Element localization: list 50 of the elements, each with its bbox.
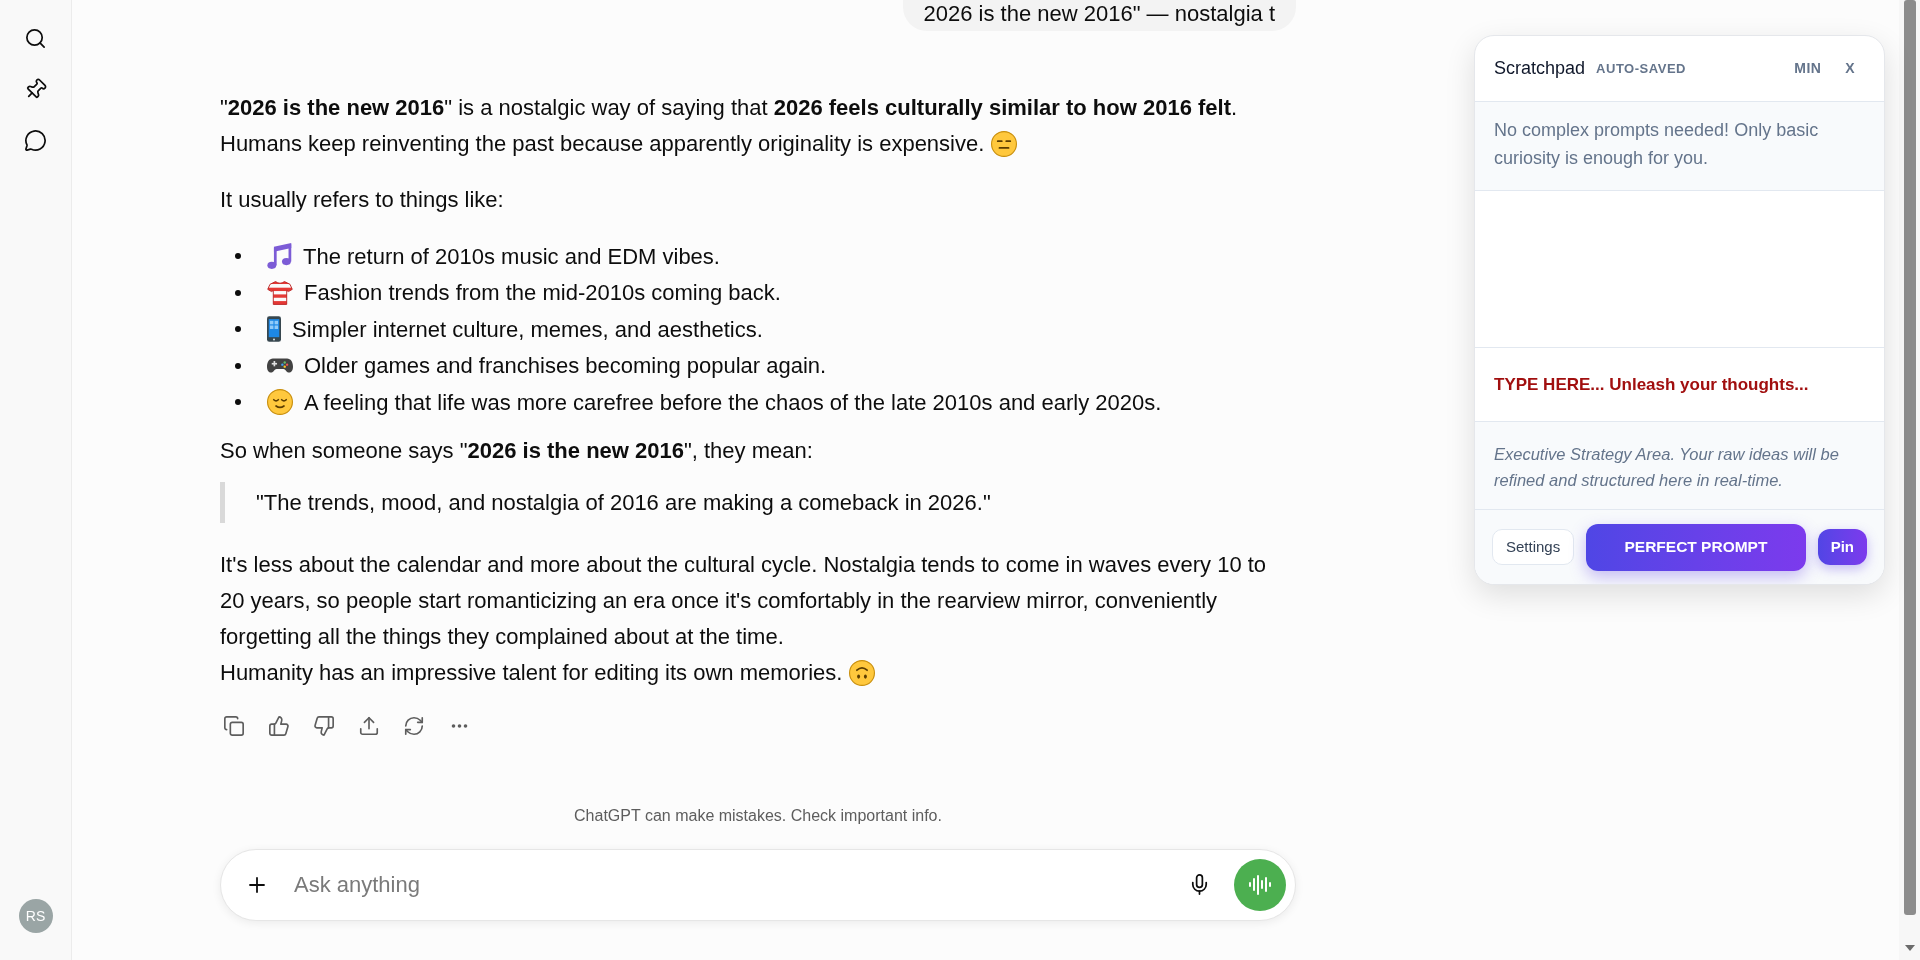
paragraph-text: It's less about the calendar and more about the cultural cycle. Nostalgia tends to come in waves every 10 to 20 years, so people start romanticizing an era once it's comfortably in the rearview mirror, conveniently forgetting all the things they complained about at the time. [220, 551, 1267, 649]
paragraph-text: So when someone says "2026 is the new 2016", they mean: [220, 437, 813, 463]
list-item-text: Simpler internet culture, memes, and aesthetics. [292, 315, 763, 344]
search-icon [24, 26, 47, 50]
more-options-icon [450, 723, 468, 728]
message-input[interactable]: Ask anything [294, 864, 1181, 905]
close-button[interactable]: X [1837, 54, 1863, 83]
scrollbar-thumb[interactable] [1903, 0, 1916, 915]
thumbs-down-icon [313, 714, 335, 737]
output-hint-text: Executive Strategy Area. Your raw ideas will be refined and structured here in real-time. [1494, 444, 1840, 491]
list-item-text: Fashion trends from the mid-2010s coming back. [304, 279, 781, 308]
game-controller-icon [267, 358, 293, 374]
paragraph-text: Humans keep reinventing the past because apparently originality is expensive. [220, 130, 985, 158]
bullet-icon [235, 399, 241, 406]
sound-wave-icon [1248, 872, 1272, 897]
notice-text: No complex prompts needed! Only basic curiosity is enough for you. [1494, 119, 1820, 170]
list-item-text: Older games and franchises becoming popular again. [304, 352, 827, 381]
message-composer[interactable]: Ask anything [220, 848, 1296, 921]
disclaimer-text: ChatGPT can make mistakes. Check important info. [573, 805, 943, 826]
bullet-icon [235, 253, 241, 260]
thoughts-input[interactable]: TYPE HERE... Unleash your thoughts... [1475, 348, 1884, 422]
chat-bubble-icon [24, 128, 47, 152]
perfect-prompt-button[interactable]: PERFECT PROMPT [1586, 523, 1806, 571]
quote-text: "The trends, mood, and nostalgia of 2016 are making a comeback in 2026." [256, 489, 991, 515]
music-notes-icon [267, 243, 292, 270]
minimize-button[interactable]: MIN [1786, 54, 1830, 83]
bullet-icon [235, 289, 241, 296]
relieved-face-icon [267, 389, 293, 416]
share-icon [358, 714, 380, 737]
copy-icon [223, 714, 245, 737]
expressionless-face-icon [991, 131, 1018, 157]
panel-title: Scratchpad [1494, 57, 1586, 80]
voice-button[interactable] [1234, 858, 1286, 911]
settings-button[interactable]: Settings [1492, 529, 1575, 565]
thumbs-up-icon [268, 714, 290, 737]
pin-button[interactable]: Pin [1817, 529, 1867, 565]
paragraph-text: It usually refers to things like: [220, 187, 504, 212]
paragraph-text: Humanity has an impressive talent for editing its own memories. [220, 658, 843, 687]
status-label: AUTO-SAVED [1596, 59, 1686, 78]
list-item-text: The return of 2010s music and EDM vibes. [303, 242, 720, 271]
mobile-phone-icon [267, 316, 281, 343]
user-message-bubble: 2026 is the new 2016" — nostalgia t [902, 0, 1296, 31]
upside-down-face-icon [849, 659, 876, 686]
refresh-icon [403, 714, 425, 737]
list-item-text: A feeling that life was more carefree before the chaos of the late 2010s and early 2020s. [304, 388, 1162, 417]
paragraph-text: "2026 is the new 2016" is a nostalgic way of saying that 2026 feels culturally similar to how 2016 felt. [220, 95, 1238, 120]
bullet-icon [235, 362, 241, 369]
scroll-down-arrow-icon[interactable] [1904, 945, 1915, 951]
bullet-icon [235, 326, 241, 333]
striped-shirt-icon [267, 280, 293, 305]
